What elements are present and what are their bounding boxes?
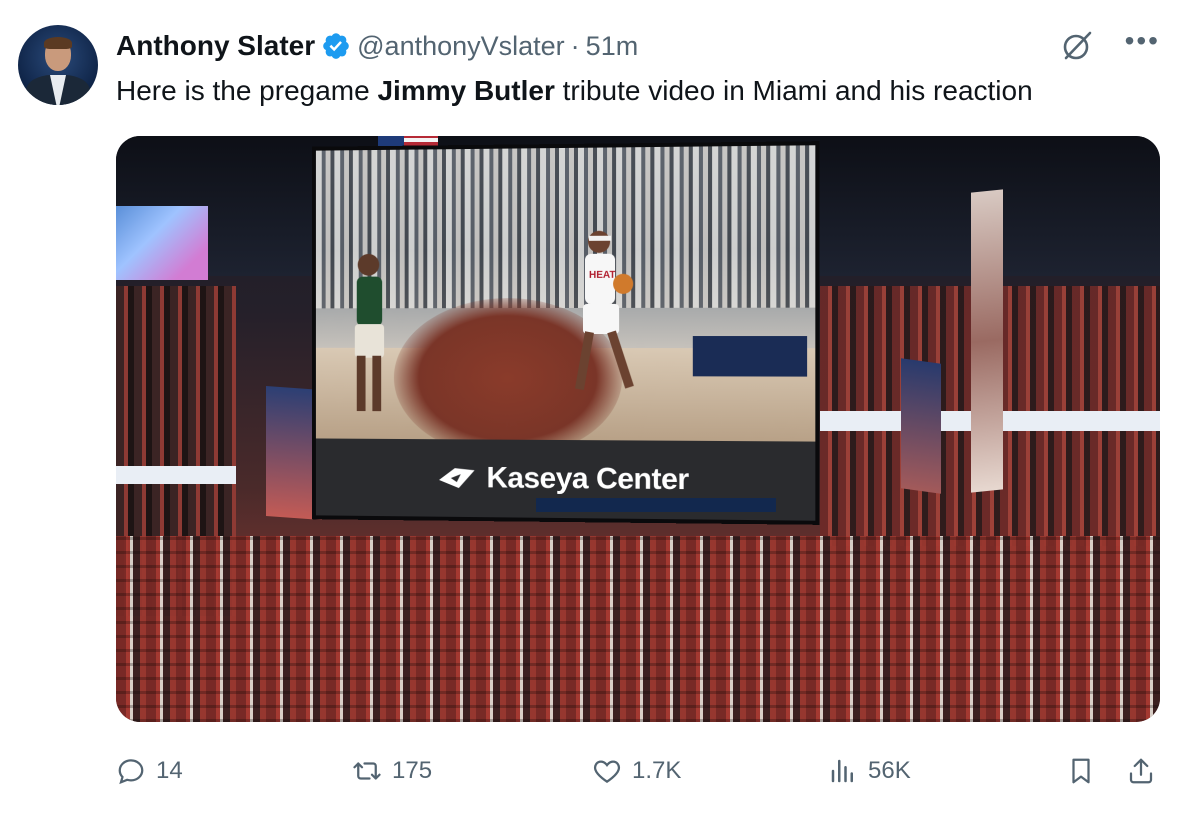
tweet-header: Anthony Slater @anthonyVslater · 51m	[116, 28, 638, 64]
tweet-actions: 14 175 1.7K 56K	[0, 748, 1200, 794]
like-count: 1.7K	[632, 757, 682, 784]
sponsor-name: Kaseya Center	[486, 461, 689, 497]
tweet-text-before: Here is the pregame	[116, 75, 378, 106]
like-button[interactable]: 1.7K	[592, 748, 681, 794]
author-avatar[interactable]	[18, 25, 98, 105]
jumbotron: HEAT Kaseya Center	[315, 145, 816, 521]
scoreboard-side-panel-left	[266, 386, 322, 520]
tweet-top-actions: •••	[1059, 27, 1160, 64]
scoreboard-side-panel-right	[971, 189, 1003, 493]
tweet-text: Here is the pregame Jimmy Butler tribute…	[116, 72, 1033, 110]
player-bucks	[354, 253, 385, 412]
reply-button[interactable]: 14	[116, 748, 183, 794]
bookmark-button[interactable]	[1066, 748, 1096, 794]
views-button[interactable]: 56K	[828, 748, 911, 794]
verified-badge-icon	[321, 31, 351, 61]
repost-button[interactable]: 175	[352, 748, 432, 794]
separator-dot: ·	[570, 30, 580, 61]
share-button[interactable]	[1126, 748, 1156, 794]
jumbotron-video: HEAT	[315, 145, 816, 442]
views-icon	[831, 759, 853, 783]
scoreboard-strip	[536, 498, 776, 512]
scoreboard-side-panel-mid	[901, 358, 941, 494]
reply-icon	[118, 759, 144, 785]
avatar-hair	[44, 37, 72, 49]
more-icon[interactable]: •••	[1125, 27, 1160, 55]
svg-text:HEAT: HEAT	[589, 270, 616, 281]
bookmark-icon	[1072, 758, 1090, 784]
jumbotron-ad-board	[692, 336, 808, 377]
repost-count: 175	[392, 757, 433, 784]
author-name[interactable]: Anthony Slater	[116, 30, 315, 62]
tweet-text-bold: Jimmy Butler	[377, 75, 555, 106]
player-heat: HEAT	[574, 230, 634, 391]
tweet-text-after: tribute video in Miami and his reaction	[554, 75, 1033, 106]
kaseya-logo-icon	[439, 468, 475, 489]
stands-lower	[116, 536, 1160, 722]
repost-icon	[353, 762, 381, 780]
reply-count: 14	[156, 757, 183, 784]
author-handle[interactable]: @anthonyVslater	[357, 31, 565, 62]
ribbon-board-left	[116, 466, 236, 484]
post-time[interactable]: 51m	[586, 31, 639, 62]
tweet-media-video[interactable]: HEAT Kaseya Center	[116, 136, 1160, 722]
side-screen	[116, 206, 208, 280]
views-count: 56K	[868, 757, 911, 784]
share-icon	[1129, 758, 1153, 784]
grok-icon[interactable]	[1059, 28, 1095, 64]
like-icon	[594, 760, 620, 783]
